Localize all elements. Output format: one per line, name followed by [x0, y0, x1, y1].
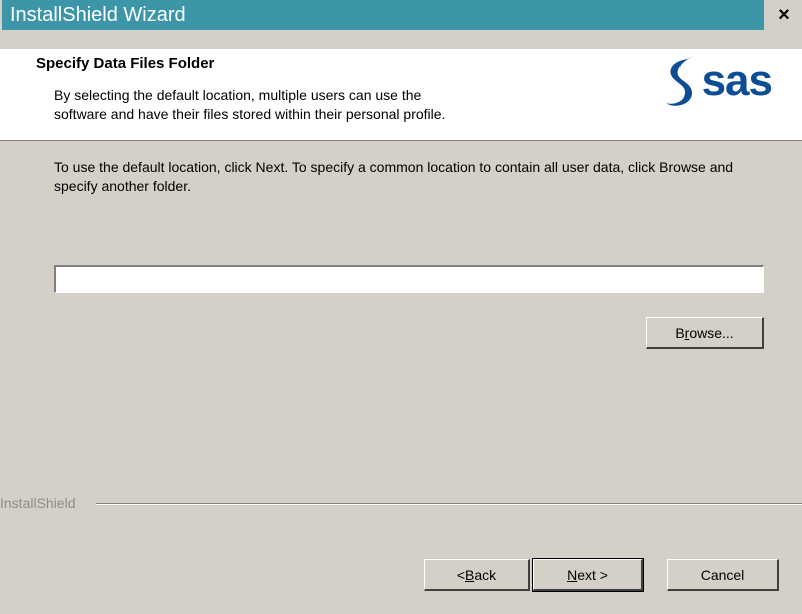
browse-label-pre: B — [675, 324, 685, 341]
page-description: By selecting the default location, multi… — [54, 87, 446, 122]
page-heading: Specify Data Files Folder — [36, 55, 215, 72]
back-label-accelerator: B — [465, 566, 475, 583]
cancel-button[interactable]: Cancel — [667, 559, 779, 591]
folder-path-input[interactable] — [54, 265, 764, 293]
installshield-wizard-window: InstallShield Wizard × Specify Data File… — [0, 0, 802, 614]
title-bar[interactable]: InstallShield Wizard × — [0, 0, 802, 30]
browse-label-post: owse... — [689, 324, 734, 341]
next-label-accelerator: N — [567, 566, 578, 583]
sas-logo: sas — [658, 51, 773, 111]
sas-swirl-icon — [665, 57, 694, 106]
installshield-brand-line: InstallShield — [0, 495, 802, 511]
window-title: InstallShield Wizard — [2, 0, 764, 30]
installshield-brand: InstallShield — [0, 495, 82, 511]
next-button[interactable]: Next > — [532, 558, 644, 592]
instructions-text: To use the default location, click Next.… — [54, 159, 734, 194]
browse-button[interactable]: Br owse... — [646, 317, 764, 349]
close-icon[interactable]: × — [770, 2, 798, 28]
header-panel: Specify Data Files Folder By selecting t… — [0, 49, 802, 141]
cancel-label: Cancel — [700, 566, 745, 583]
sas-wordmark: sas — [701, 56, 773, 105]
back-button[interactable]: < Back — [424, 559, 530, 591]
back-label-post: ack — [474, 566, 497, 583]
brand-divider — [96, 503, 802, 505]
next-label-post: ext > — [577, 566, 608, 583]
back-label-pre: < — [456, 566, 466, 583]
